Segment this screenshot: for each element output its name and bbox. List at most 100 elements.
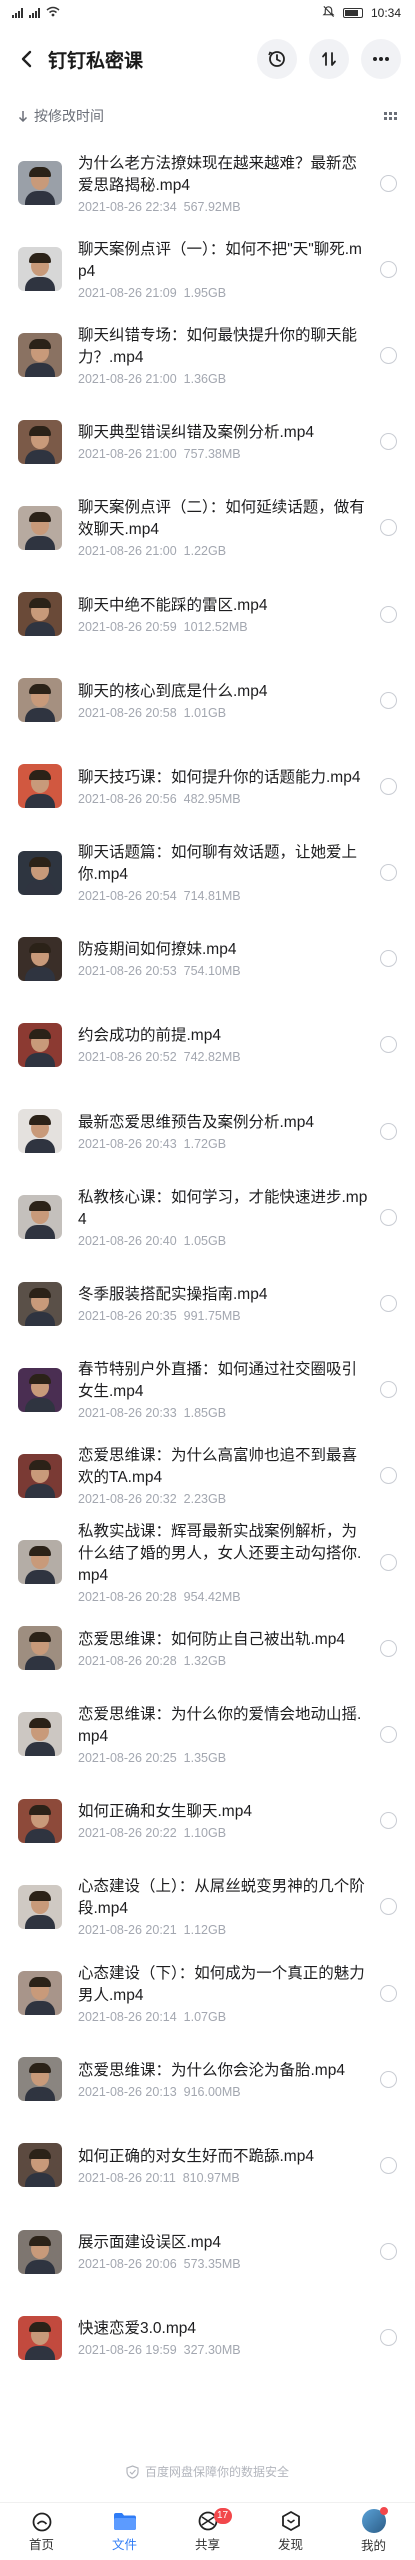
select-radio[interactable] — [380, 1381, 397, 1399]
file-row[interactable]: 心态建设（上）：从屌丝蜕变男神的几个阶段.mp4 2021-08-26 20:21… — [0, 1864, 415, 1950]
file-row[interactable]: 最新恋爱思维预告及案例分析.mp4 2021-08-26 20:43 1.72GB — [0, 1088, 415, 1174]
select-radio[interactable] — [380, 1812, 397, 1830]
history-button[interactable] — [257, 39, 297, 79]
file-row[interactable]: 聊天纠错专场：如何最快提升你的聊天能力？.mp4 2021-08-26 21:00… — [0, 312, 415, 398]
select-radio[interactable] — [380, 1122, 397, 1140]
select-radio[interactable] — [380, 605, 397, 623]
file-name: 恋爱思维课：为什么高富帅也追不到最喜欢的TA.mp4 — [78, 1447, 358, 1487]
file-info: 聊天纠错专场：如何最快提升你的聊天能力？.mp4 2021-08-26 21:00… — [78, 325, 368, 386]
select-radio[interactable] — [380, 1208, 397, 1226]
file-size: 991.75MB — [183, 1309, 241, 1324]
file-row[interactable]: 约会成功的前提.mp4 2021-08-26 20:52 742.82MB — [0, 1002, 415, 1088]
file-row[interactable]: 冬季服装搭配实操指南.mp4 2021-08-26 20:35 991.75MB — [0, 1260, 415, 1346]
file-date: 2021-08-26 20:56 — [78, 791, 177, 806]
file-meta: 2021-08-26 20:25 1.35GB — [78, 1751, 368, 1765]
signal-icon — [12, 8, 23, 18]
select-radio[interactable] — [380, 433, 397, 451]
select-radio[interactable] — [380, 1036, 397, 1054]
file-info: 聊天中绝不能踩的雷区.mp4 2021-08-26 20:59 1012.52MB — [78, 595, 368, 634]
select-radio[interactable] — [380, 1725, 397, 1743]
file-info: 恋爱思维课：为什么你的爱情会地动山摇.mp4 2021-08-26 20:25 1… — [78, 1704, 368, 1765]
file-row[interactable]: 私教核心课：如何学习，才能快速进步.mp4 2021-08-26 20:40 1.… — [0, 1174, 415, 1260]
video-thumbnail — [18, 247, 62, 292]
tab-profile[interactable]: 我的 — [332, 2503, 415, 2560]
select-radio[interactable] — [380, 2243, 397, 2261]
file-info: 聊天技巧课：如何提升你的话题能力.mp4 2021-08-26 20:56 482… — [78, 767, 368, 806]
file-size: 1.01GB — [183, 705, 227, 720]
file-meta: 2021-08-26 20:13 916.00MB — [78, 2085, 368, 2099]
file-row[interactable]: 聊天典型错误纠错及案例分析.mp4 2021-08-26 21:00 757.38… — [0, 399, 415, 485]
select-radio[interactable] — [380, 2329, 397, 2347]
file-date: 2021-08-26 20:32 — [78, 1492, 177, 1507]
file-date: 2021-08-26 20:59 — [78, 619, 177, 634]
tab-discover-label: 发现 — [277, 2538, 303, 2552]
file-date: 2021-08-26 21:00 — [78, 544, 177, 559]
grid-view-icon[interactable] — [384, 112, 397, 120]
select-radio[interactable] — [380, 2070, 397, 2088]
file-size: 1.12GB — [183, 1923, 227, 1938]
file-row[interactable]: 聊天案例点评（一）：如何不把"天"聊死.mp4 2021-08-26 21:09 … — [0, 226, 415, 312]
select-radio[interactable] — [380, 174, 397, 192]
select-radio[interactable] — [380, 519, 397, 537]
file-meta: 2021-08-26 22:34 567.92MB — [78, 200, 368, 214]
video-thumbnail — [18, 2229, 62, 2274]
file-info: 最新恋爱思维预告及案例分析.mp4 2021-08-26 20:43 1.72GB — [78, 1112, 368, 1151]
file-row[interactable]: 为什么老方法撩妹现在越来越难？最新恋爱思路揭秘.mp4 2021-08-26 22… — [0, 140, 415, 226]
file-row[interactable]: 聊天话题篇：如何聊有效话题，让她爱上你.mp4 2021-08-26 20:54 … — [0, 830, 415, 916]
file-row[interactable]: 防疫期间如何撩妹.mp4 2021-08-26 20:53 754.10MB — [0, 916, 415, 1002]
file-row[interactable]: 快速恋爱3.0.mp4 2021-08-26 19:59 327.30MB — [0, 2295, 415, 2381]
file-name: 聊天案例点评（二）：如何延续话题，做有效聊天.mp4 — [78, 499, 365, 539]
sort-selector[interactable]: 按修改时间 — [18, 106, 104, 126]
select-radio[interactable] — [380, 1984, 397, 2002]
file-row[interactable]: 如何正确的对女生好而不跪舔.mp4 2021-08-26 20:11 810.97… — [0, 2122, 415, 2208]
file-row[interactable]: 聊天案例点评（二）：如何延续话题，做有效聊天.mp4 2021-08-26 21:… — [0, 485, 415, 571]
file-row[interactable]: 展示面建设误区.mp4 2021-08-26 20:06 573.35MB — [0, 2209, 415, 2295]
sort-button[interactable] — [309, 39, 349, 79]
file-row[interactable]: 恋爱思维课：为什么你的爱情会地动山摇.mp4 2021-08-26 20:25 1… — [0, 1691, 415, 1777]
tab-share[interactable]: 17 共享 — [166, 2503, 249, 2560]
file-row[interactable]: 恋爱思维课：如何防止自己被出轨.mp4 2021-08-26 20:28 1.32… — [0, 1605, 415, 1691]
select-radio[interactable] — [380, 864, 397, 882]
file-date: 2021-08-26 20:11 — [78, 2170, 176, 2185]
video-thumbnail — [18, 678, 62, 723]
more-dots-icon — [373, 57, 389, 61]
select-radio[interactable] — [380, 1898, 397, 1916]
file-row[interactable]: 私教实战课：辉哥最新实战案例解析，为什么结了婚的男人，女人还要主动勾搭你.mp4… — [0, 1519, 415, 1605]
select-radio[interactable] — [380, 2156, 397, 2174]
file-date: 2021-08-26 20:13 — [78, 2084, 177, 2099]
tab-discover[interactable]: 发现 — [249, 2503, 332, 2560]
select-radio[interactable] — [380, 1295, 397, 1313]
file-row[interactable]: 聊天的核心到底是什么.mp4 2021-08-26 20:58 1.01GB — [0, 657, 415, 743]
select-radio[interactable] — [380, 346, 397, 364]
file-info: 心态建设（下）：如何成为一个真正的魅力男人.mp4 2021-08-26 20:1… — [78, 1963, 368, 2024]
file-row[interactable]: 聊天中绝不能踩的雷区.mp4 2021-08-26 20:59 1012.52MB — [0, 571, 415, 657]
select-radio[interactable] — [380, 260, 397, 278]
select-radio[interactable] — [380, 950, 397, 968]
file-row[interactable]: 恋爱思维课：为什么你会沦为备胎.mp4 2021-08-26 20:13 916.… — [0, 2036, 415, 2122]
file-row[interactable]: 心态建设（下）：如何成为一个真正的魅力男人.mp4 2021-08-26 20:1… — [0, 1950, 415, 2036]
more-button[interactable] — [361, 39, 401, 79]
back-button[interactable] — [10, 39, 42, 79]
file-name: 私教实战课：辉哥最新实战案例解析，为什么结了婚的男人，女人还要主动勾搭你.mp4 — [78, 1522, 362, 1584]
select-radio[interactable] — [380, 1639, 397, 1657]
video-thumbnail — [18, 505, 62, 550]
select-radio[interactable] — [380, 1467, 397, 1485]
file-meta: 2021-08-26 20:58 1.01GB — [78, 706, 368, 720]
tab-home[interactable]: 首页 — [0, 2503, 83, 2560]
video-thumbnail — [18, 333, 62, 378]
select-radio[interactable] — [380, 1553, 397, 1571]
video-thumbnail — [18, 1367, 62, 1412]
select-radio[interactable] — [380, 691, 397, 709]
tab-files[interactable]: 文件 — [83, 2503, 166, 2560]
file-name: 聊天案例点评（一）：如何不把"天"聊死.mp4 — [78, 240, 362, 280]
status-time: 10:34 — [370, 6, 401, 20]
file-row[interactable]: 如何正确和女生聊天.mp4 2021-08-26 20:22 1.10GB — [0, 1778, 415, 1864]
file-row[interactable]: 聊天技巧课：如何提升你的话题能力.mp4 2021-08-26 20:56 482… — [0, 743, 415, 829]
file-meta: 2021-08-26 20:59 1012.52MB — [78, 620, 368, 634]
file-name: 恋爱思维课：为什么你会沦为备胎.mp4 — [78, 2061, 345, 2079]
file-row[interactable]: 春节特别户外直播：如何通过社交圈吸引女生.mp4 2021-08-26 20:33… — [0, 1347, 415, 1433]
select-radio[interactable] — [380, 777, 397, 795]
file-row[interactable]: 恋爱思维课：为什么高富帅也追不到最喜欢的TA.mp4 2021-08-26 20:… — [0, 1433, 415, 1519]
file-date: 2021-08-26 20:35 — [78, 1309, 177, 1324]
video-thumbnail — [18, 1971, 62, 2016]
